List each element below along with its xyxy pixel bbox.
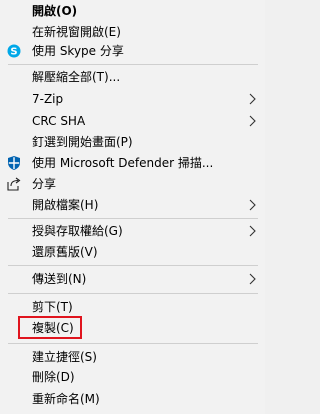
menu-item-delete[interactable]: 刪除(D) [0,366,265,388]
menu-item-send-to[interactable]: 傳送到(N) [0,268,265,290]
menu-item-label: 傳送到(N) [32,272,87,286]
menu-item-label: 使用 Skype 分享 [32,44,124,58]
menu-item-create-shortcut[interactable]: 建立捷徑(S) [0,346,265,368]
menu-item-7zip[interactable]: 7-Zip [0,88,265,110]
menu-item-label: CRC SHA [32,114,86,128]
share-icon [6,176,22,192]
chevron-right-icon [249,93,256,105]
chevron-right-icon [249,225,256,237]
menu-item-give-access[interactable]: 授與存取權給(G) [0,220,265,242]
chevron-right-icon [249,115,256,127]
skype-icon: S [6,43,22,59]
menu-item-label: 釘選到開始畫面(P) [32,135,133,149]
menu-item-label: 使用 Microsoft Defender 掃描... [32,156,214,170]
menu-item-label: 開啟(O) [32,4,78,18]
menu-item-label: 重新命名(M) [32,392,100,406]
menu-item-crc-sha[interactable]: CRC SHA [0,110,265,132]
menu-item-share[interactable]: 分享 [0,173,265,195]
menu-item-label: 開啟檔案(H) [32,198,99,212]
menu-item-label: 在新視窗開啟(E) [32,25,121,39]
menu-item-label: 建立捷徑(S) [32,350,97,364]
menu-item-label: 解壓縮全部(T)... [32,70,121,84]
menu-item-label: 還原舊版(V) [32,245,98,259]
menu-item-label: 分享 [32,177,57,191]
context-menu: 開啟(O) 在新視窗開啟(E) S 使用 Skype 分享 解壓縮全部(T)..… [0,0,265,414]
menu-item-label: 剪下(T) [32,300,73,314]
menu-item-defender-scan[interactable]: 使用 Microsoft Defender 掃描... [0,152,265,174]
menu-item-share-skype[interactable]: S 使用 Skype 分享 [0,40,265,62]
chevron-right-icon [249,273,256,285]
menu-item-open-with[interactable]: 開啟檔案(H) [0,194,265,216]
menu-item-open[interactable]: 開啟(O) [0,0,265,22]
menu-separator [8,218,258,219]
menu-item-label: 7-Zip [32,92,64,106]
menu-separator [8,343,258,344]
menu-item-label: 授與存取權給(G) [32,224,123,238]
svg-text:S: S [10,47,17,58]
menu-separator [8,64,258,65]
menu-item-rename[interactable]: 重新命名(M) [0,388,265,410]
menu-separator [8,293,258,294]
chevron-right-icon [249,199,256,211]
menu-item-extract-all[interactable]: 解壓縮全部(T)... [0,66,265,88]
menu-item-pin-to-start[interactable]: 釘選到開始畫面(P) [0,131,265,153]
defender-shield-icon [6,155,22,171]
highlight-box [18,316,82,339]
menu-separator [8,265,258,266]
menu-item-label: 刪除(D) [32,370,75,384]
menu-item-cut[interactable]: 剪下(T) [0,296,265,318]
menu-item-restore-previous[interactable]: 還原舊版(V) [0,241,265,263]
